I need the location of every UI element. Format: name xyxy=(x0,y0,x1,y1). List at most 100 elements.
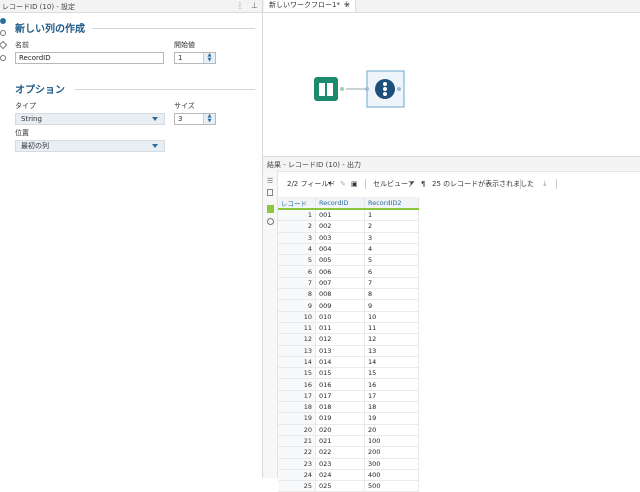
table-row[interactable]: 9 009 9 xyxy=(278,299,419,312)
decrement-icon[interactable]: ▼ xyxy=(204,58,215,63)
table-cell[interactable]: 021 xyxy=(315,435,365,448)
input-data-tool-icon[interactable] xyxy=(314,77,344,101)
stepper-buttons[interactable]: ▲ ▼ xyxy=(203,53,215,63)
chevron-down-icon[interactable]: ▾ xyxy=(328,176,331,192)
table-row[interactable]: 10 010 10 xyxy=(278,311,419,323)
table-cell[interactable]: 11 xyxy=(364,322,419,335)
table-cell[interactable]: 6 xyxy=(364,265,419,278)
column-header-recordid[interactable]: RecordID xyxy=(315,197,365,210)
table-cell[interactable]: 1 xyxy=(364,209,419,222)
table-cell[interactable]: 008 xyxy=(315,288,365,301)
table-cell[interactable]: 200 xyxy=(364,446,419,459)
table-cell[interactable]: 020 xyxy=(315,424,365,436)
table-cell[interactable]: 009 xyxy=(315,299,365,312)
new-tab-button[interactable]: + xyxy=(343,0,351,11)
table-cell[interactable]: 17 xyxy=(364,390,419,403)
table-cell[interactable]: 14 xyxy=(364,356,419,369)
column-header-record[interactable]: レコード xyxy=(278,197,316,210)
table-row[interactable]: 20 020 20 xyxy=(278,424,419,436)
table-row[interactable]: 22 022 200 xyxy=(278,446,419,459)
table-cell[interactable]: 024 xyxy=(315,469,365,482)
edit-icon[interactable]: ✎ xyxy=(340,176,346,192)
annotation-nav-icon[interactable] xyxy=(0,30,6,36)
table-cell[interactable]: 3 xyxy=(364,232,419,244)
table-cell[interactable]: 025 xyxy=(315,480,365,492)
table-row[interactable]: 18 018 18 xyxy=(278,401,419,414)
table-cell[interactable]: 5 xyxy=(364,254,419,267)
table-row[interactable]: 24 024 400 xyxy=(278,469,419,482)
table-row[interactable]: 17 017 17 xyxy=(278,390,419,403)
table-cell[interactable]: 016 xyxy=(315,378,365,391)
table-cell[interactable]: 002 xyxy=(315,220,365,233)
table-cell[interactable]: 017 xyxy=(315,390,365,403)
decrement-icon[interactable]: ▼ xyxy=(204,119,215,124)
table-cell[interactable]: 010 xyxy=(315,311,365,323)
table-cell[interactable]: 300 xyxy=(364,458,419,470)
table-cell[interactable]: 007 xyxy=(315,277,365,290)
table-cell[interactable]: 004 xyxy=(315,243,365,256)
table-cell[interactable]: 014 xyxy=(315,356,365,369)
table-cell[interactable]: 7 xyxy=(364,277,419,290)
table-cell[interactable]: 10 xyxy=(364,311,419,323)
pin-icon[interactable]: ⊥ xyxy=(251,1,258,10)
appearance-nav-icon[interactable] xyxy=(0,40,8,50)
table-view-icon[interactable] xyxy=(267,189,273,196)
help-icon[interactable] xyxy=(267,218,274,225)
table-cell[interactable]: 001 xyxy=(315,209,365,222)
table-cell[interactable]: 4 xyxy=(364,243,419,256)
table-row[interactable]: 23 023 300 xyxy=(278,458,419,470)
table-cell[interactable]: 20 xyxy=(364,424,419,436)
table-row[interactable]: 8 008 8 xyxy=(278,288,419,301)
table-row[interactable]: 14 014 14 xyxy=(278,356,419,369)
list-view-icon[interactable]: ☰ xyxy=(267,177,273,185)
chevron-down-icon[interactable]: ▾ xyxy=(410,176,413,192)
table-cell[interactable]: 19 xyxy=(364,412,419,425)
table-row[interactable]: 1 001 1 xyxy=(278,209,419,222)
table-row[interactable]: 12 012 12 xyxy=(278,333,419,346)
table-row[interactable]: 4 004 4 xyxy=(278,243,419,256)
table-cell[interactable]: 005 xyxy=(315,254,365,267)
stepper-buttons[interactable]: ▲ ▼ xyxy=(203,114,215,124)
table-cell[interactable]: 13 xyxy=(364,345,419,357)
table-row[interactable]: 7 007 7 xyxy=(278,277,419,290)
workflow-canvas[interactable] xyxy=(263,13,640,156)
table-row[interactable]: 25 025 500 xyxy=(278,480,419,492)
table-cell[interactable]: 500 xyxy=(364,480,419,492)
table-row[interactable]: 5 005 5 xyxy=(278,254,419,267)
table-row[interactable]: 6 006 6 xyxy=(278,265,419,278)
column-header-recordid2[interactable]: RecordID2 xyxy=(364,197,419,210)
table-row[interactable]: 3 003 3 xyxy=(278,232,419,244)
table-row[interactable]: 16 016 16 xyxy=(278,378,419,391)
table-row[interactable]: 19 019 19 xyxy=(278,412,419,425)
table-cell[interactable]: 003 xyxy=(315,232,365,244)
more-options-icon[interactable]: ⋮ xyxy=(236,1,244,10)
record-id-tool-icon[interactable] xyxy=(365,70,405,108)
table-row[interactable]: 2 002 2 xyxy=(278,220,419,233)
size-stepper[interactable]: 3 ▲ ▼ xyxy=(174,113,216,125)
grid-icon[interactable]: ▣ xyxy=(351,176,358,192)
table-cell[interactable]: 400 xyxy=(364,469,419,482)
table-cell[interactable]: 16 xyxy=(364,378,419,391)
table-cell[interactable]: 9 xyxy=(364,299,419,312)
config-nav-icon[interactable] xyxy=(0,18,6,24)
table-cell[interactable]: 018 xyxy=(315,401,365,414)
table-cell[interactable]: 12 xyxy=(364,333,419,346)
table-cell[interactable]: 006 xyxy=(315,265,365,278)
table-cell[interactable]: 015 xyxy=(315,367,365,380)
arrow-down-icon[interactable]: ↓ xyxy=(542,176,548,192)
table-cell[interactable]: 012 xyxy=(315,333,365,346)
start-value-stepper[interactable]: 1 ▲ ▼ xyxy=(174,52,216,64)
name-input[interactable]: RecordID xyxy=(15,52,164,64)
pilcrow-icon[interactable]: ¶ xyxy=(421,176,425,192)
table-cell[interactable]: 18 xyxy=(364,401,419,414)
table-row[interactable]: 13 013 13 xyxy=(278,345,419,357)
table-row[interactable]: 11 011 11 xyxy=(278,322,419,335)
type-dropdown[interactable]: String xyxy=(15,113,165,125)
cell-viewer-dropdown[interactable]: セルビューア xyxy=(373,176,415,192)
arrow-up-icon[interactable]: ↑ xyxy=(527,176,533,192)
table-cell[interactable]: 15 xyxy=(364,367,419,380)
table-cell[interactable]: 8 xyxy=(364,288,419,301)
position-dropdown[interactable]: 最初の列 xyxy=(15,140,165,152)
table-cell[interactable]: 011 xyxy=(315,322,365,335)
table-cell[interactable]: 022 xyxy=(315,446,365,459)
